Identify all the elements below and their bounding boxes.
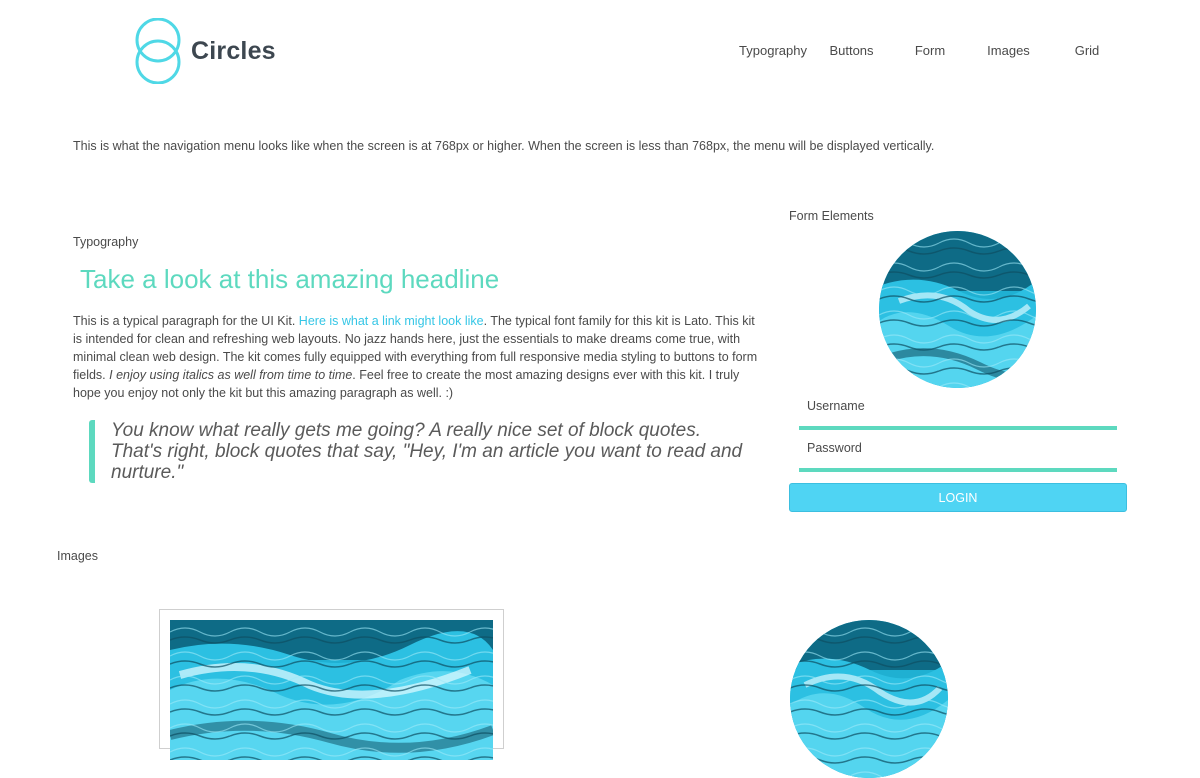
- paragraph-link[interactable]: Here is what a link might look like: [299, 314, 484, 328]
- nav-description: This is what the navigation menu looks l…: [73, 139, 935, 153]
- body-paragraph: This is a typical paragraph for the UI K…: [73, 312, 763, 402]
- framed-image-photo: [170, 620, 493, 760]
- circles-logo-icon: [135, 18, 181, 84]
- form-circle-image: [879, 231, 1036, 388]
- brand-logo[interactable]: Circles: [133, 18, 276, 84]
- login-button[interactable]: LOGIN: [789, 483, 1127, 512]
- framed-image: [159, 609, 504, 760]
- images-section-label: Images: [57, 549, 98, 563]
- typography-section-label: Typography: [73, 235, 139, 249]
- nav-item-grid[interactable]: Grid: [1047, 43, 1127, 58]
- nav-item-images[interactable]: Images: [970, 43, 1047, 58]
- form-section-label: Form Elements: [789, 209, 874, 223]
- round-image: [790, 620, 948, 778]
- nav-item-buttons[interactable]: Buttons: [813, 43, 890, 58]
- nav-item-form[interactable]: Form: [890, 43, 970, 58]
- username-input[interactable]: [799, 386, 1117, 426]
- password-input[interactable]: [799, 428, 1117, 468]
- paragraph-italic-text: I enjoy using italics as well from time …: [109, 368, 353, 382]
- block-quote: You know what really gets me going? A re…: [89, 420, 749, 483]
- password-field[interactable]: [799, 428, 1117, 472]
- headline: Take a look at this amazing headline: [80, 264, 500, 294]
- paragraph-text: This is a typical paragraph for the UI K…: [73, 314, 299, 328]
- brand-name: Circles: [191, 36, 276, 65]
- main-nav: Typography Buttons Form Images Grid: [733, 43, 1127, 58]
- nav-item-typography[interactable]: Typography: [733, 43, 813, 58]
- username-field[interactable]: [799, 386, 1117, 430]
